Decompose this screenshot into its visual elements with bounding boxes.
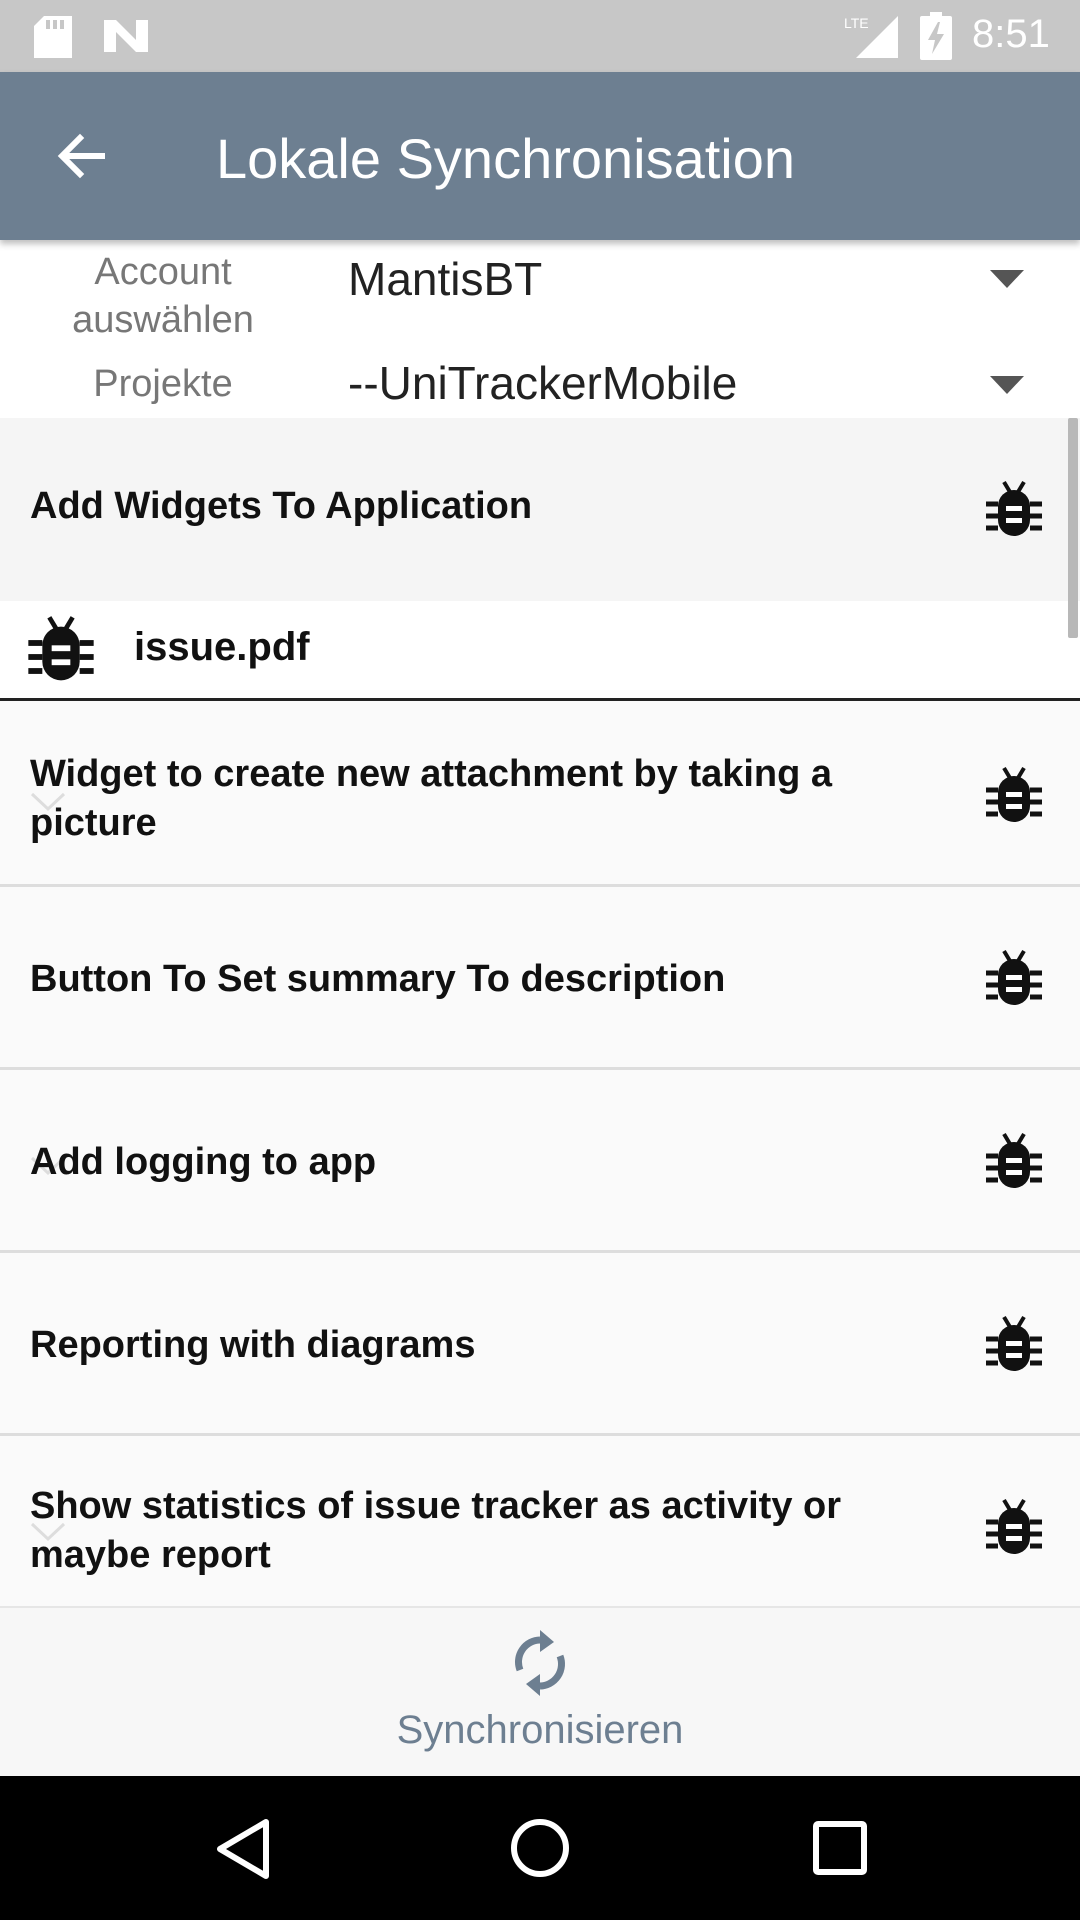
sync-icon (515, 1630, 565, 1696)
issue-title: Button To Set summary To description (30, 958, 726, 1000)
svg-text:LTE: LTE (844, 15, 869, 31)
page-title: Lokale Synchronisation (216, 127, 796, 190)
attachment-filename: issue.pdf (134, 625, 310, 669)
bug-icon (28, 615, 94, 685)
app-bar: Lokale Synchronisation (0, 72, 1080, 240)
issue-list: Add Widgets To Application issue.pdf Wid… (0, 418, 1080, 1606)
bug-icon (986, 949, 1042, 1009)
chevron-down-icon[interactable] (990, 376, 1024, 394)
bug-icon (986, 1498, 1042, 1558)
issue-title: Widget to create new attachment by takin… (30, 753, 833, 844)
battery-charging-icon (920, 12, 952, 60)
chevron-down-icon[interactable] (990, 270, 1024, 288)
sync-label: Synchronisieren (396, 1708, 684, 1752)
issue-title: Reporting with diagrams (30, 1324, 476, 1366)
issue-row[interactable]: Reporting with diagrams (0, 1253, 1080, 1436)
back-arrow-icon[interactable] (52, 126, 112, 186)
project-dropdown[interactable]: --UniTrackerMobile (348, 356, 737, 410)
issue-row[interactable]: Show statistics of issue tracker as acti… (0, 1436, 1080, 1606)
issue-row[interactable]: Add Widgets To Application (0, 418, 1080, 601)
filter-selectors: Account auswählen MantisBT Projekte --Un… (0, 240, 1080, 418)
bug-icon (986, 766, 1042, 826)
account-dropdown[interactable]: MantisBT (348, 252, 542, 306)
clock: 8:51 (972, 12, 1050, 56)
issue-row[interactable]: Button To Set summary To description (0, 887, 1080, 1070)
notification-n-icon (104, 20, 148, 52)
nav-home-icon[interactable] (510, 1818, 570, 1878)
account-label-line2: auswählen (72, 299, 254, 341)
sd-card-icon (34, 16, 72, 58)
system-nav-bar (0, 1776, 1080, 1920)
issue-row[interactable]: Add logging to app (0, 1070, 1080, 1253)
nav-recents-icon[interactable] (812, 1820, 868, 1876)
issue-title: Show statistics of issue tracker as acti… (30, 1485, 842, 1576)
account-label-line1: Account (94, 251, 232, 293)
bug-icon (986, 1132, 1042, 1192)
bug-icon (986, 1315, 1042, 1375)
nav-back-icon[interactable] (214, 1818, 272, 1880)
scrollbar[interactable] (1068, 418, 1078, 638)
status-bar: LTE 8:51 (0, 0, 1080, 72)
issue-title: Add Widgets To Application (30, 485, 533, 527)
issue-title: Add logging to app (30, 1141, 377, 1183)
project-label: Projekte (93, 363, 233, 405)
account-label: Account auswählen (20, 248, 306, 344)
issue-row[interactable]: Widget to create new attachment by takin… (0, 704, 1080, 887)
attachment-item[interactable]: issue.pdf (0, 601, 1080, 701)
sync-button[interactable]: Synchronisieren (0, 1606, 1080, 1776)
signal-lte-icon: LTE (844, 15, 898, 58)
bug-icon (986, 480, 1042, 540)
